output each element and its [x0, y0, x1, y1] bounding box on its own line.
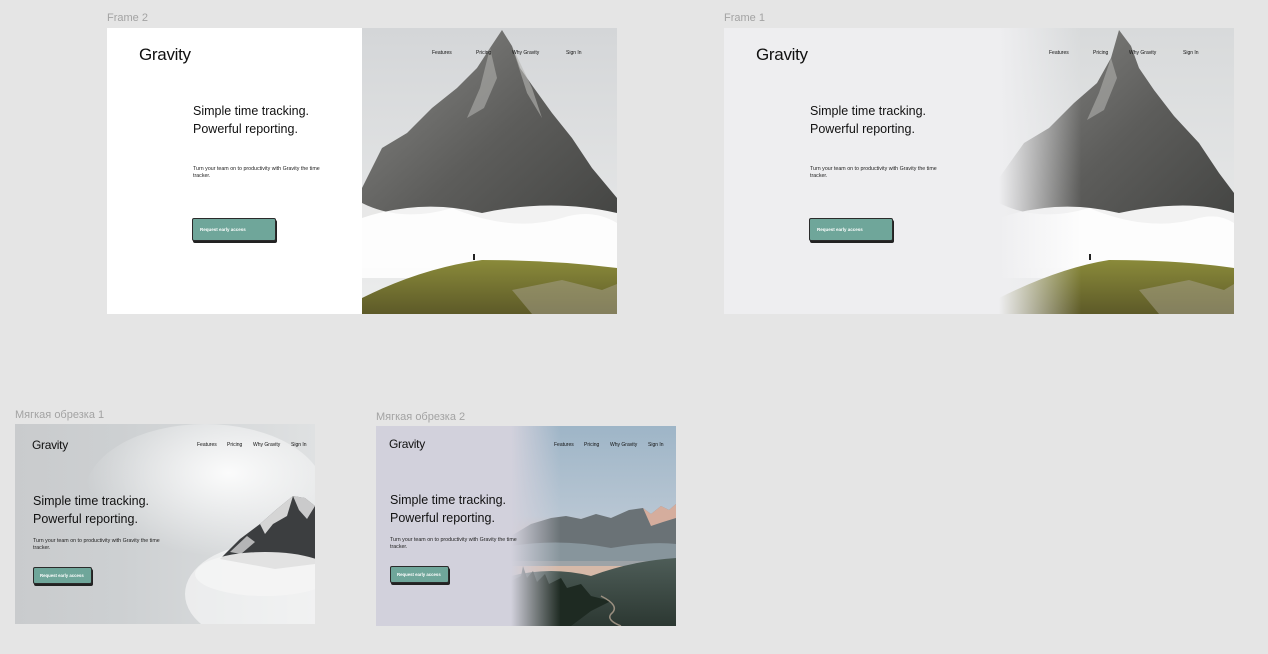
nav-sign-in[interactable]: Sign In	[566, 50, 582, 56]
frame-label[interactable]: Frame 1	[724, 12, 765, 24]
nav-pricing[interactable]: Pricing	[1093, 50, 1108, 56]
headline-line-2: Powerful reporting.	[33, 512, 138, 527]
frame-label[interactable]: Frame 2	[107, 12, 148, 24]
nav-why-gravity[interactable]: Why Gravity	[253, 442, 280, 448]
nav-pricing[interactable]: Pricing	[227, 442, 242, 448]
valley-mountain-photo	[511, 426, 676, 626]
nav-pricing[interactable]: Pricing	[584, 442, 599, 448]
logo[interactable]: Gravity	[756, 45, 808, 65]
nav-why-gravity[interactable]: Why Gravity	[1129, 50, 1156, 56]
headline-line-1: Simple time tracking.	[390, 493, 507, 507]
headline: Simple time tracking. Powerful reporting…	[193, 102, 309, 138]
headline: Simple time tracking. Powerful reporting…	[33, 492, 149, 528]
nav-features[interactable]: Features	[1049, 50, 1069, 56]
nav-pricing[interactable]: Pricing	[476, 50, 491, 56]
request-access-button[interactable]: Request early access	[33, 567, 92, 584]
headline: Simple time tracking. Powerful reporting…	[390, 491, 506, 527]
headline-line-2: Powerful reporting.	[193, 122, 298, 137]
nav-sign-in[interactable]: Sign In	[648, 442, 664, 448]
frame-label[interactable]: Мягкая обрезка 1	[15, 409, 104, 421]
nav-features[interactable]: Features	[197, 442, 217, 448]
body-text: Turn your team on to productivity with G…	[193, 166, 320, 179]
nav-sign-in[interactable]: Sign In	[1183, 50, 1199, 56]
headline: Simple time tracking. Powerful reporting…	[810, 102, 926, 138]
nav-features[interactable]: Features	[432, 50, 452, 56]
headline-line-1: Simple time tracking.	[33, 494, 150, 508]
frame-2[interactable]: Gravity Features Pricing Why Gravity Sig…	[107, 28, 617, 314]
nav-sign-in[interactable]: Sign In	[291, 442, 307, 448]
logo[interactable]: Gravity	[32, 438, 68, 452]
nav-features[interactable]: Features	[554, 442, 574, 448]
logo[interactable]: Gravity	[389, 437, 425, 451]
mountain-photo	[362, 28, 617, 314]
request-access-button[interactable]: Request early access	[390, 566, 449, 583]
headline-line-2: Powerful reporting.	[810, 122, 915, 137]
nav-why-gravity[interactable]: Why Gravity	[512, 50, 539, 56]
soft-crop-1[interactable]: Gravity Features Pricing Why Gravity Sig…	[15, 424, 315, 624]
body-text: Turn your team on to productivity with G…	[33, 538, 160, 551]
body-text: Turn your team on to productivity with G…	[810, 166, 937, 179]
body-text: Turn your team on to productivity with G…	[390, 537, 517, 550]
headline-line-2: Powerful reporting.	[390, 511, 495, 526]
frame-label[interactable]: Мягкая обрезка 2	[376, 411, 465, 423]
logo[interactable]: Gravity	[139, 45, 191, 65]
request-access-button[interactable]: Request early access	[809, 218, 893, 241]
headline-line-1: Simple time tracking.	[193, 104, 310, 118]
soft-crop-2[interactable]: Gravity Features Pricing Why Gravity Sig…	[376, 426, 676, 626]
mountain-photo	[999, 28, 1234, 314]
request-access-button[interactable]: Request early access	[192, 218, 276, 241]
nav-why-gravity[interactable]: Why Gravity	[610, 442, 637, 448]
frame-1[interactable]: Gravity Features Pricing Why Gravity Sig…	[724, 28, 1234, 314]
headline-line-1: Simple time tracking.	[810, 104, 927, 118]
